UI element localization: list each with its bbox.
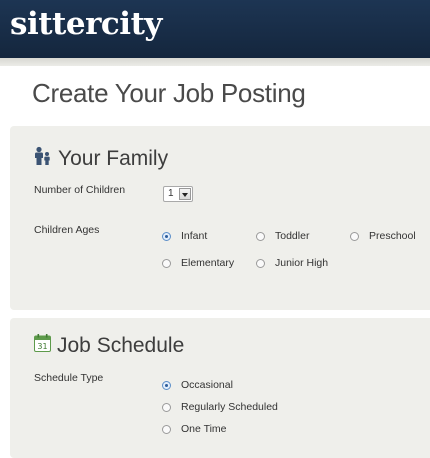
page-title: Create Your Job Posting bbox=[32, 78, 306, 108]
site-header: sittercity bbox=[0, 0, 430, 58]
age-option-label: Preschool bbox=[369, 230, 416, 242]
header-divider bbox=[0, 58, 430, 66]
age-option-toddler[interactable]: Toddler bbox=[256, 230, 309, 242]
age-option-preschool[interactable]: Preschool bbox=[350, 230, 416, 242]
radio-icon[interactable] bbox=[256, 231, 265, 241]
schedule-section-title: 31 Job Schedule bbox=[34, 334, 184, 358]
radio-icon[interactable] bbox=[162, 258, 171, 268]
number-of-children-label: Number of Children bbox=[34, 184, 126, 196]
schedule-option-occasional[interactable]: Occasional bbox=[162, 379, 233, 391]
age-option-junior-high[interactable]: Junior High bbox=[256, 257, 328, 269]
number-of-children-value: 1 bbox=[168, 188, 174, 199]
radio-checked-icon[interactable] bbox=[162, 231, 171, 241]
calendar-icon: 31 bbox=[34, 334, 51, 358]
calendar-day-number: 31 bbox=[37, 342, 47, 351]
age-option-label: Elementary bbox=[181, 257, 235, 269]
schedule-type-label: Schedule Type bbox=[34, 372, 104, 384]
schedule-option-label: Occasional bbox=[181, 379, 233, 391]
family-title-text: Your Family bbox=[58, 147, 169, 170]
radio-checked-icon[interactable] bbox=[162, 380, 171, 390]
schedule-option-regularly-scheduled[interactable]: Regularly Scheduled bbox=[162, 401, 278, 413]
age-option-elementary[interactable]: Elementary bbox=[162, 257, 234, 269]
family-section-title: Your Family bbox=[34, 146, 168, 172]
age-option-label: Toddler bbox=[275, 230, 310, 242]
radio-icon[interactable] bbox=[256, 258, 265, 268]
schedule-section: 31 Job Schedule Schedule Type Occasional… bbox=[10, 318, 430, 458]
sittercity-logo[interactable]: sittercity bbox=[10, 6, 162, 42]
radio-icon[interactable] bbox=[162, 402, 171, 412]
chevron-down-icon[interactable] bbox=[179, 188, 191, 200]
age-option-infant[interactable]: Infant bbox=[162, 230, 207, 242]
schedule-title-text: Job Schedule bbox=[57, 334, 185, 357]
schedule-option-one-time[interactable]: One Time bbox=[162, 423, 227, 435]
family-icon bbox=[34, 146, 52, 172]
radio-icon[interactable] bbox=[350, 231, 359, 241]
schedule-option-label: Regularly Scheduled bbox=[181, 401, 278, 413]
radio-icon[interactable] bbox=[162, 424, 171, 434]
age-option-label: Junior High bbox=[275, 257, 329, 269]
schedule-option-label: One Time bbox=[181, 423, 227, 435]
family-section: Your Family Number of Children 1 Childre… bbox=[10, 126, 430, 310]
children-ages-label: Children Ages bbox=[34, 224, 100, 236]
number-of-children-select[interactable]: 1 bbox=[163, 186, 193, 202]
age-option-label: Infant bbox=[181, 230, 208, 242]
